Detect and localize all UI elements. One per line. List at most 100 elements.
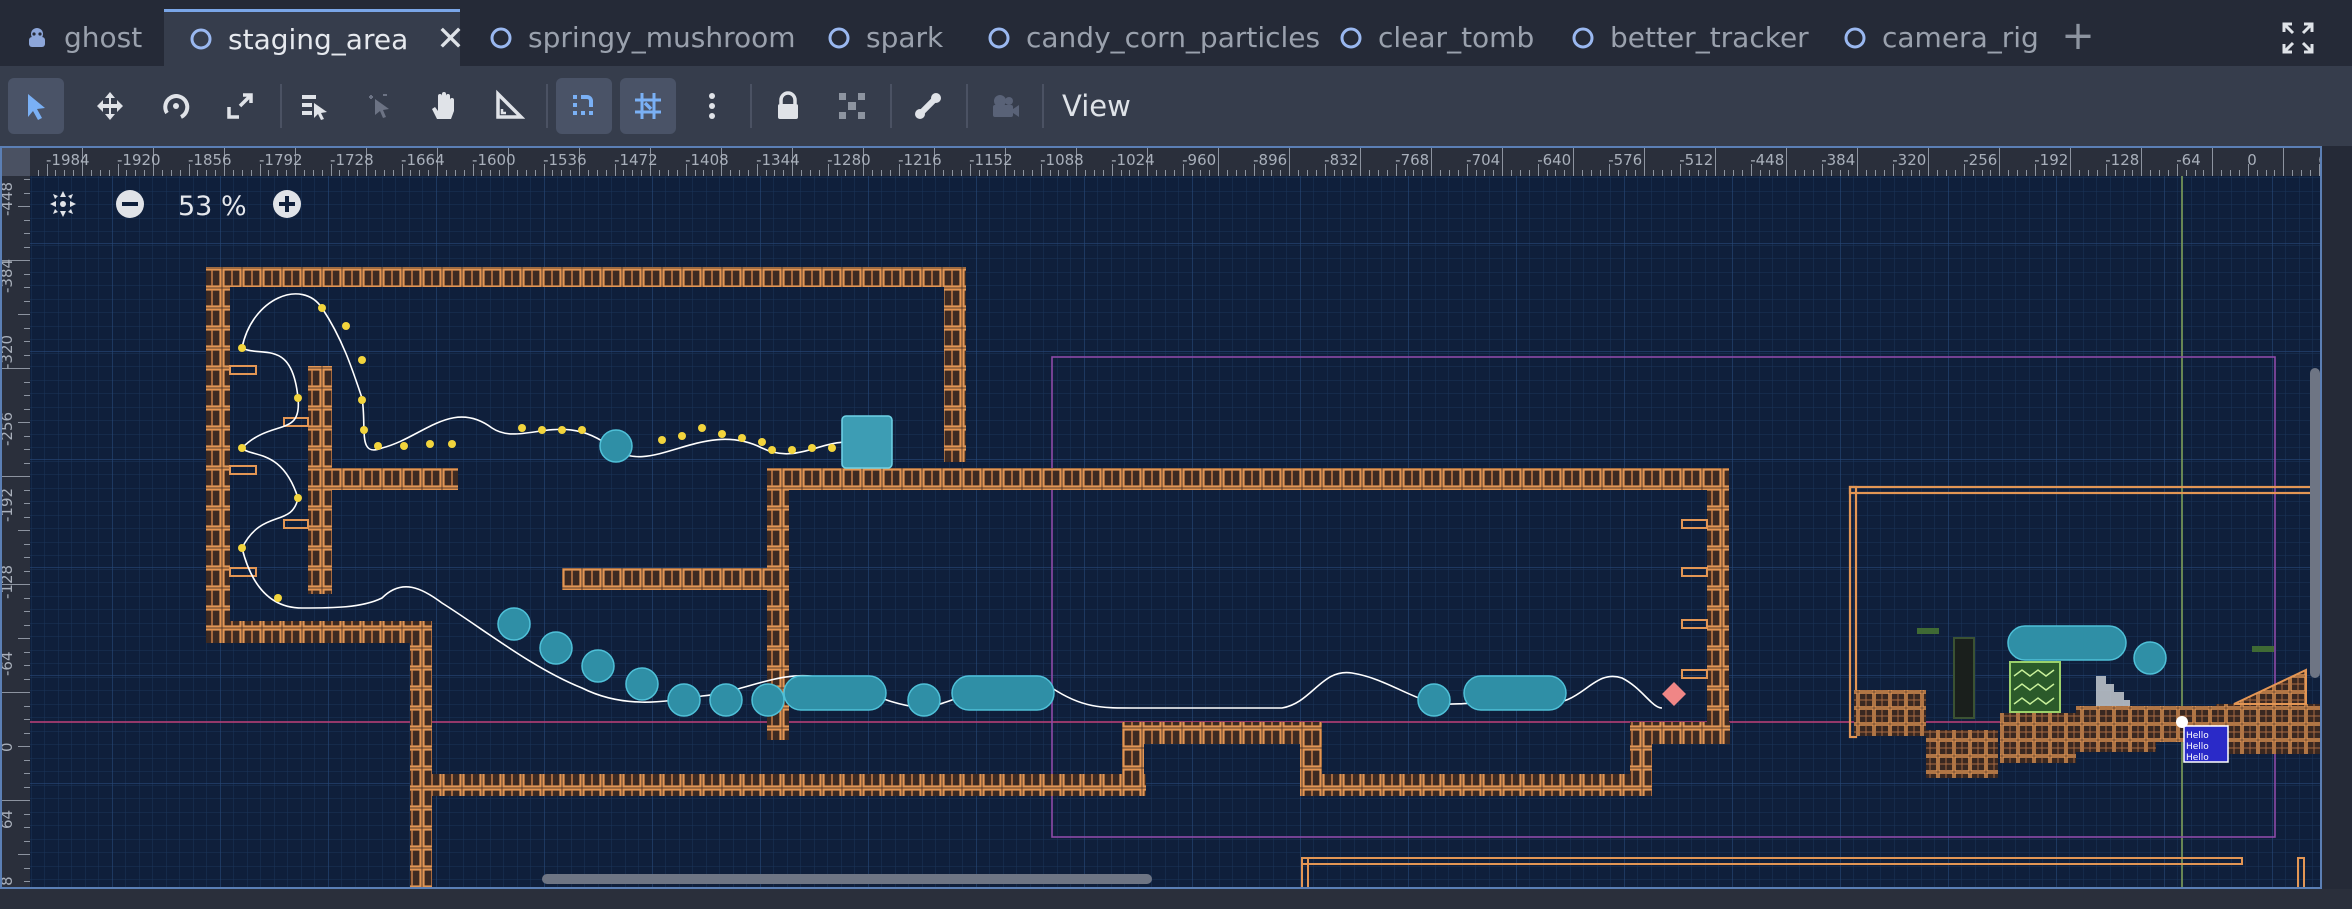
select-mode-button[interactable] xyxy=(8,78,64,134)
tab-springy-mushroom[interactable]: springy_mushroom xyxy=(464,9,800,66)
pivot-icon xyxy=(369,94,389,118)
snap-options-icon xyxy=(709,93,715,119)
tab-clear-tomb[interactable]: clear_tomb xyxy=(1314,9,1544,66)
ruler-x-label: -320 xyxy=(1892,151,1927,169)
ruler-corner xyxy=(2,148,30,176)
canvas-viewport[interactable]: Hello Hello Hello -1984 -1920 -1856 -179… xyxy=(0,146,2322,889)
zoom-controls: 53 % xyxy=(46,186,303,226)
ruler-x-label: -1280 xyxy=(827,151,871,169)
node2d-circle-icon xyxy=(1842,25,1868,51)
canvas-toolbar: View xyxy=(0,66,2352,146)
distraction-free-icon[interactable] xyxy=(2278,18,2318,58)
ruler-x-label: -704 xyxy=(1466,151,1501,169)
zoom-level: 53 % xyxy=(178,190,247,222)
ruler-x-label: -832 xyxy=(1324,151,1359,169)
ruler-x-label: -1344 xyxy=(756,151,800,169)
node2d-circle-icon xyxy=(1338,25,1364,51)
ruler-x-label: -1856 xyxy=(188,151,232,169)
lock-icon xyxy=(778,91,798,119)
group-button[interactable] xyxy=(824,78,880,134)
ruler-x-label: -1216 xyxy=(898,151,942,169)
label-text-1: Hello xyxy=(2186,731,2209,741)
group-icon xyxy=(839,93,865,119)
ruler-x-label: -1792 xyxy=(259,151,303,169)
list-select-icon xyxy=(302,95,327,120)
zoom-out-icon[interactable] xyxy=(114,188,146,224)
ruler-y-label: -256 xyxy=(0,411,16,446)
ruler-x-label: -1600 xyxy=(472,151,516,169)
ruler-x-label: -640 xyxy=(1537,151,1572,169)
toolbar-separator xyxy=(966,84,968,128)
ruler-button[interactable] xyxy=(480,78,536,134)
ruler-y-label: 64 xyxy=(0,809,16,829)
tab-label: ghost xyxy=(64,21,143,54)
camera-override-button[interactable] xyxy=(976,78,1032,134)
smart-snap-icon xyxy=(573,95,593,115)
tab-label: springy_mushroom xyxy=(528,21,796,54)
scale-mode-button[interactable] xyxy=(212,78,268,134)
ruler-x-label: -1536 xyxy=(543,151,587,169)
skeleton-button[interactable] xyxy=(900,78,956,134)
tab-candy-corn-particles[interactable]: candy_corn_particles xyxy=(962,9,1328,66)
tab-label: candy_corn_particles xyxy=(1026,21,1321,54)
tab-label: clear_tomb xyxy=(1378,21,1535,54)
close-tab-icon[interactable]: ✕ xyxy=(436,22,465,56)
pivot-button[interactable] xyxy=(352,78,408,134)
ruler-y-label: 0 xyxy=(2,743,16,753)
ruler-x-label: -1408 xyxy=(685,151,729,169)
camera-override-icon xyxy=(993,95,1019,117)
lock-button[interactable] xyxy=(760,78,816,134)
rotate-mode-button[interactable] xyxy=(148,78,204,134)
smart-snap-button[interactable] xyxy=(556,78,612,134)
ruler-x-label: -1920 xyxy=(117,151,161,169)
zoom-reset-icon[interactable] xyxy=(46,187,80,225)
zoom-in-icon[interactable] xyxy=(271,188,303,224)
select-mode-icon xyxy=(28,94,45,120)
tab-better-tracker[interactable]: better_tracker xyxy=(1546,9,1818,66)
move-mode-icon xyxy=(97,92,123,120)
bottom-panel-edge xyxy=(0,889,2352,909)
label-text-2: Hello xyxy=(2186,742,2209,752)
ruler-x-label: -512 xyxy=(1679,151,1714,169)
tab-spark[interactable]: spark xyxy=(802,9,962,66)
ruler-x-label: 0 xyxy=(2247,151,2257,169)
snap-options-button[interactable] xyxy=(684,78,740,134)
ruler-x-label: -960 xyxy=(1182,151,1217,169)
ruler-x-label: -448 xyxy=(1750,151,1785,169)
ruler-y-label: -192 xyxy=(0,488,16,523)
scene-tab-bar: ghost staging_area ✕ springy_mushroom sp… xyxy=(0,0,2352,66)
tab-label: spark xyxy=(866,21,944,54)
add-tab-button[interactable]: + xyxy=(2058,14,2098,60)
ruler-x-label: -256 xyxy=(1963,151,1998,169)
ruler-y-label: -128 xyxy=(0,564,16,599)
viewport-side-strip xyxy=(2322,146,2352,889)
spark-emitter xyxy=(841,415,893,469)
ruler-x-label: -768 xyxy=(1395,151,1430,169)
ruler-y-label: 128 xyxy=(2,877,16,887)
node2d-circle-icon xyxy=(488,25,514,51)
move-mode-button[interactable] xyxy=(82,78,138,134)
list-select-button[interactable] xyxy=(286,78,342,134)
toolbar-separator xyxy=(546,84,548,128)
tab-ghost[interactable]: ghost xyxy=(0,9,156,66)
skeleton-icon xyxy=(915,93,941,119)
ruler-vertical: -448 -384 -320 -256 -192 -128 -64 0 64 128 xyxy=(0,148,30,887)
horizontal-scrollbar[interactable] xyxy=(542,874,1152,884)
vertical-scrollbar[interactable] xyxy=(2310,368,2320,678)
ruler-x-label: -1024 xyxy=(1111,151,1155,169)
node2d-circle-icon xyxy=(986,25,1012,51)
grid-snap-button[interactable] xyxy=(620,78,676,134)
ruler-x-label: -1984 xyxy=(46,151,90,169)
ghost-scene-icon xyxy=(24,25,50,51)
tab-camera-rig[interactable]: camera_rig xyxy=(1818,9,2048,66)
ruler-x-label: -1152 xyxy=(969,151,1013,169)
ruler-x-label: -64 xyxy=(2176,151,2201,169)
pan-icon xyxy=(432,92,454,119)
pan-button[interactable] xyxy=(416,78,472,134)
tab-staging-area[interactable]: staging_area ✕ xyxy=(164,9,465,66)
ruler-x-label: -1472 xyxy=(614,151,658,169)
ruler-x-label: -1664 xyxy=(401,151,445,169)
rotate-mode-icon xyxy=(163,94,190,119)
view-menu[interactable]: View xyxy=(1062,78,1131,134)
toolbar-separator xyxy=(1042,84,1044,128)
